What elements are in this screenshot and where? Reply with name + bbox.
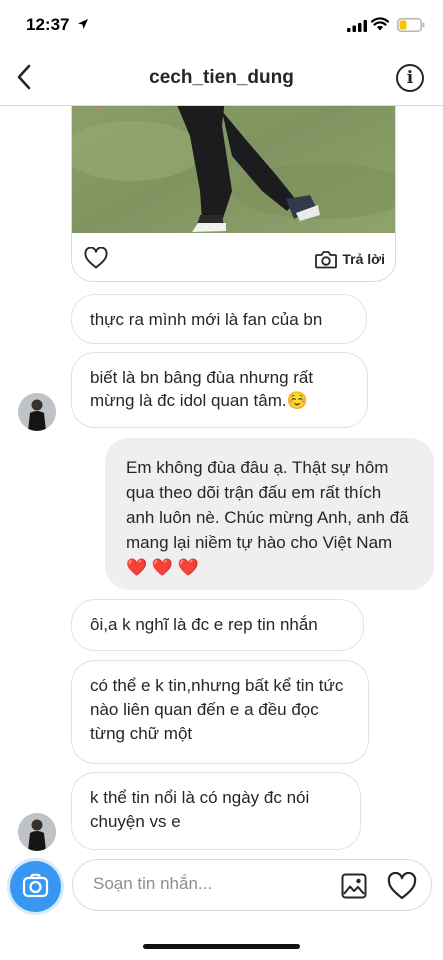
message-bubble[interactable]: thực ra mình mới là fan của bn xyxy=(71,294,367,344)
camera-icon xyxy=(22,873,49,898)
message-text: Em không đùa đâu ạ. Thật sự hôm qua theo… xyxy=(126,458,409,577)
conversation-title[interactable]: cech_tien_dung xyxy=(0,67,443,89)
info-icon[interactable]: i xyxy=(396,64,424,92)
status-bar: 12:37 xyxy=(0,0,443,50)
message-bubble[interactable]: biết là bn bâng đùa nhưng rất mừng là đc… xyxy=(71,352,368,428)
message-input[interactable] xyxy=(93,874,323,894)
status-time: 12:37 xyxy=(26,15,70,34)
avatar[interactable] xyxy=(18,393,56,431)
reply-label: Trả lời xyxy=(342,251,385,267)
home-indicator xyxy=(143,944,300,949)
wifi-icon xyxy=(371,17,389,31)
conversation-header: cech_tien_dung i xyxy=(0,50,443,106)
message-bubble[interactable]: k thể tin nổi là có ngày đc nói chuyện v… xyxy=(71,772,361,850)
message-text: biết là bn bâng đùa nhưng rất mừng là đc… xyxy=(90,368,314,410)
reply-button[interactable]: Trả lời xyxy=(315,247,385,271)
media-footer: Trả lời xyxy=(72,233,395,281)
heart-outline-icon[interactable] xyxy=(387,872,417,900)
shared-media-message[interactable]: Trả lời xyxy=(71,80,396,282)
camera-button[interactable] xyxy=(10,861,61,912)
message-text: k thể tin nổi là có ngày đc nói chuyện v… xyxy=(90,788,310,831)
heart-outline-icon[interactable] xyxy=(84,247,108,269)
camera-icon xyxy=(315,250,338,268)
message-text: ôi,a k nghĩ là đc e rep tin nhắn xyxy=(90,615,318,634)
message-text: có thể e k tin,nhưng bất kể tin tức nào … xyxy=(90,676,344,743)
message-bubble[interactable]: có thể e k tin,nhưng bất kể tin tức nào … xyxy=(71,660,369,764)
message-text: thực ra mình mới là fan của bn xyxy=(90,310,323,329)
image-icon[interactable] xyxy=(341,873,367,899)
battery-icon xyxy=(397,18,425,32)
location-arrow-icon xyxy=(78,19,88,29)
message-composer xyxy=(72,859,432,911)
signal-bars-icon xyxy=(347,20,367,32)
avatar[interactable] xyxy=(18,813,56,851)
message-bubble-sent[interactable]: Em không đùa đâu ạ. Thật sự hôm qua theo… xyxy=(105,438,434,590)
message-bubble[interactable]: ôi,a k nghĩ là đc e rep tin nhắn xyxy=(71,599,364,651)
